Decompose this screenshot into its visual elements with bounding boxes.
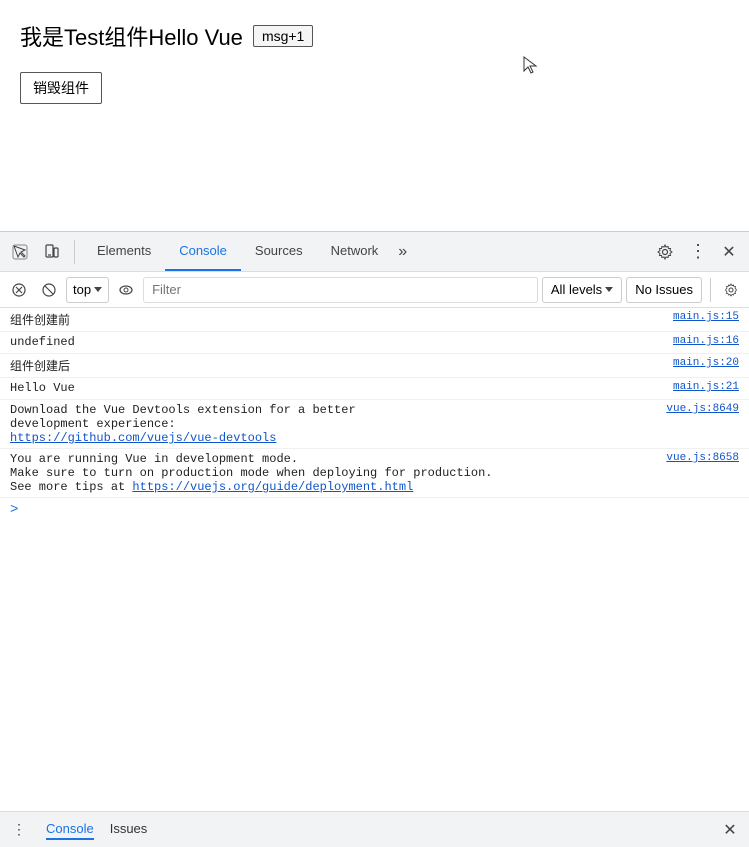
console-row-multi-1: Download the Vue Devtools extension for … [0,400,749,449]
devtools-panel: Elements Console Sources Network » ⋮ [0,231,749,811]
console-output: 组件创建前 main.js:15 undefined main.js:16 组件… [0,308,749,811]
settings-button[interactable] [651,238,679,266]
devtools-tab-bar: Elements Console Sources Network » ⋮ [0,232,749,272]
status-dots-button[interactable]: ⋮ [8,819,30,841]
console-row-multi-top-2: You are running Vue in development mode.… [10,452,739,494]
clear-console-button[interactable] [6,277,32,303]
console-prompt[interactable]: > [0,498,749,522]
device-toolbar-button[interactable] [38,238,66,266]
status-bar: ⋮ Console Issues ✕ [0,811,749,847]
devtools-tabs: Elements Console Sources Network » [83,232,647,271]
inspect-icon [12,244,28,260]
console-separator [710,278,711,302]
console-row-2: undefined main.js:16 [0,332,749,354]
eye-icon [119,283,133,297]
status-tab-issues[interactable]: Issues [110,819,148,840]
tab-sources[interactable]: Sources [241,232,317,271]
vue-deployment-link[interactable]: https://vuejs.org/guide/deployment.html [132,480,413,494]
inspect-element-button[interactable] [6,238,34,266]
console-link-5[interactable]: vue.js:8649 [666,403,739,445]
console-gear-icon [724,283,738,297]
console-row-multi-2: You are running Vue in development mode.… [0,449,749,498]
tab-network[interactable]: Network [317,232,393,271]
console-settings-button[interactable] [719,278,743,302]
tab-console[interactable]: Console [165,232,241,271]
status-close-button[interactable]: ✕ [719,819,741,841]
clear-icon [12,283,26,297]
page-title: 我是Test组件Hello Vue msg+1 [20,20,729,52]
dots-icon: ⋮ [12,821,26,838]
no-issues-button[interactable]: No Issues [626,277,702,303]
eye-button[interactable] [113,277,139,303]
console-row-1: 组件创建前 main.js:15 [0,308,749,332]
destroy-button[interactable]: 销毁组件 [20,72,102,104]
cursor-icon [520,55,540,75]
console-text-4: Hello Vue [10,381,663,395]
msg-badge: msg+1 [253,25,313,47]
toolbar-right-controls: ⋮ ✕ [651,238,743,266]
block-icon [42,283,56,297]
console-link-2[interactable]: main.js:16 [673,335,739,347]
log-level-selector[interactable]: All levels [542,277,622,303]
console-link-6[interactable]: vue.js:8658 [666,452,739,494]
close-icon: ✕ [722,242,735,262]
status-tab-console[interactable]: Console [46,819,94,840]
block-button[interactable] [36,277,62,303]
console-link-4[interactable]: main.js:21 [673,381,739,393]
dropdown-arrow-icon [94,287,102,292]
page-title-text: 我是Test组件Hello Vue [20,20,243,52]
console-row-4: Hello Vue main.js:21 [0,378,749,400]
console-link-1[interactable]: main.js:15 [673,311,739,323]
filter-input[interactable] [143,277,538,303]
context-selector[interactable]: top [66,277,109,303]
status-close-icon: ✕ [723,820,736,840]
more-tabs-button[interactable]: » [392,238,413,266]
levels-arrow-icon [605,287,613,292]
more-options-button[interactable]: ⋮ [683,238,711,266]
console-multi-text-1: Download the Vue Devtools extension for … [10,403,656,445]
close-devtools-button[interactable]: ✕ [715,238,743,266]
console-secondary-toolbar: top All levels No Issues [0,272,749,308]
more-options-icon: ⋮ [689,241,705,262]
vue-devtools-link[interactable]: https://github.com/vuejs/vue-devtools [10,431,276,445]
console-multi-text-2: You are running Vue in development mode.… [10,452,656,494]
console-link-3[interactable]: main.js:20 [673,357,739,369]
settings-gear-icon [657,244,673,260]
device-icon [44,244,60,260]
browser-content: 我是Test组件Hello Vue msg+1 销毁组件 [0,0,749,231]
console-text-1: 组件创建前 [10,311,663,328]
console-text-2: undefined [10,335,663,349]
console-row-3: 组件创建后 main.js:20 [0,354,749,378]
console-text-3: 组件创建后 [10,357,663,374]
tab-separator [74,240,75,264]
prompt-symbol: > [10,502,18,518]
console-row-multi-top-1: Download the Vue Devtools extension for … [10,403,739,445]
tab-elements[interactable]: Elements [83,232,165,271]
